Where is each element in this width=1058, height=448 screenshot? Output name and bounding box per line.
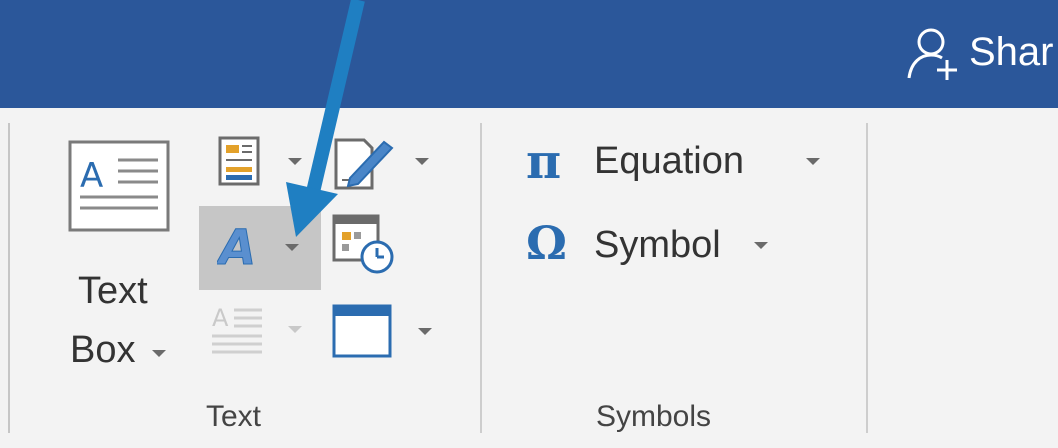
arrow-icon [286,0,365,237]
